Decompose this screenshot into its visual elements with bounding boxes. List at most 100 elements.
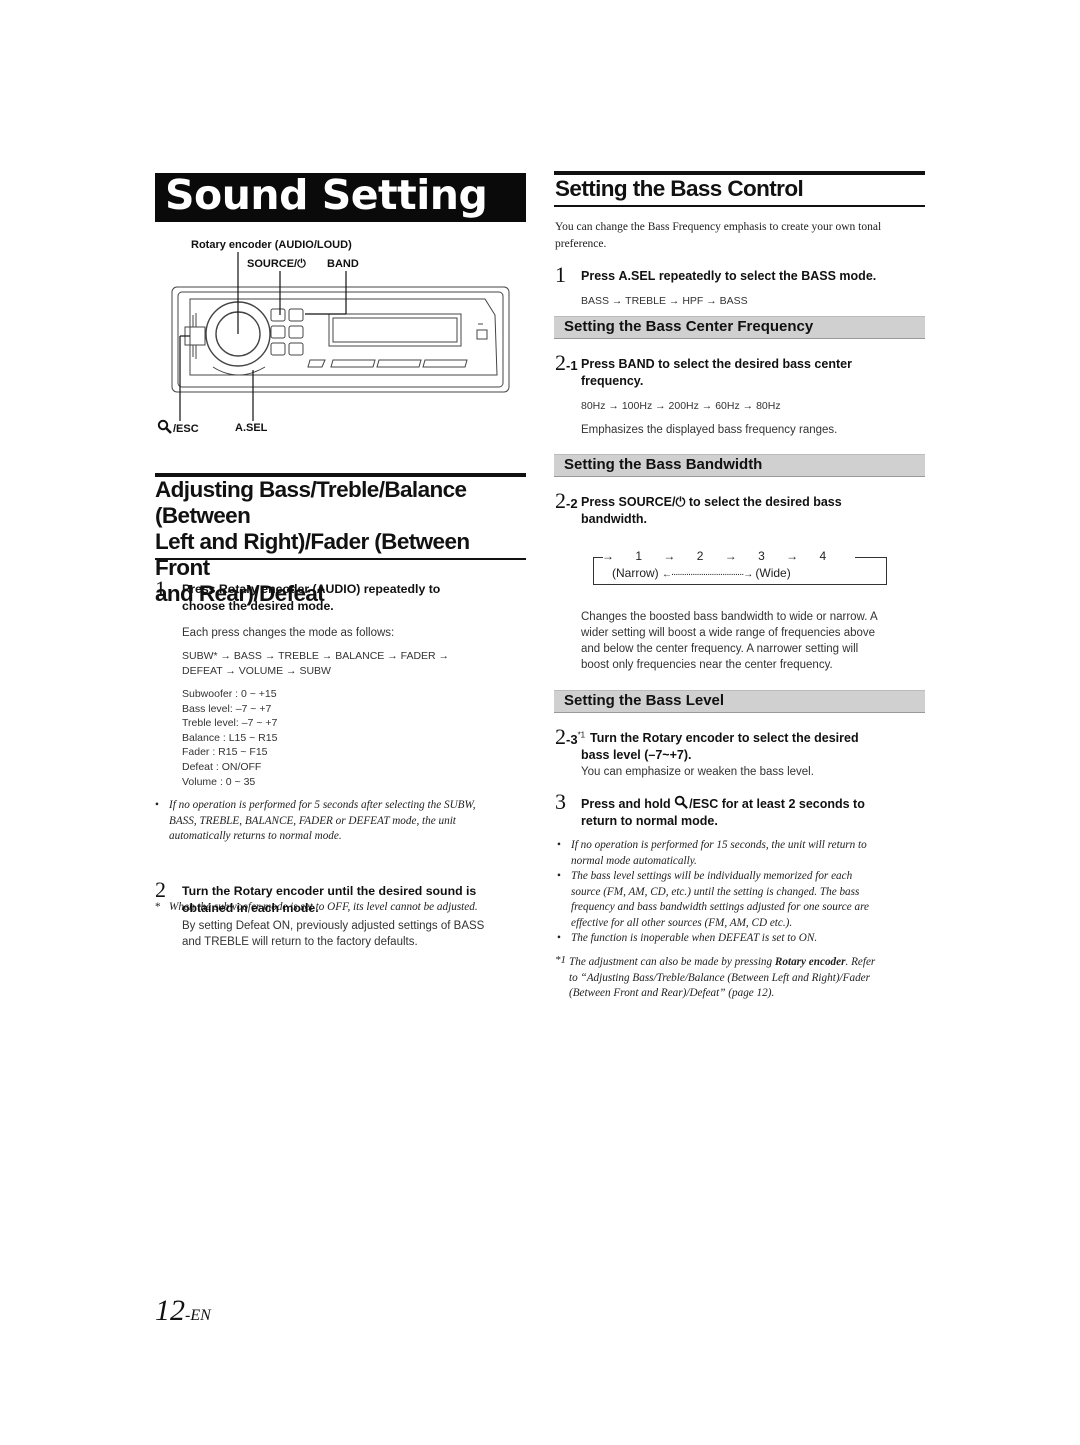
- footnote-ref: *1: [577, 730, 586, 740]
- text: to select the desired bass center: [654, 357, 852, 371]
- text: bandwidth.: [581, 512, 647, 526]
- divider-thick: [554, 171, 925, 175]
- arrow: →: [663, 549, 676, 563]
- note-item: • If no operation is performed for 15 se…: [555, 838, 930, 869]
- heading-line: Adjusting Bass/Treble/Balance (Between: [155, 477, 467, 528]
- text: to select the desired bass: [685, 495, 842, 509]
- footnote-mark: *1: [555, 954, 566, 966]
- step-2-3-instruction: Turn the Rotary encoder to select the de…: [590, 730, 930, 747]
- control-name: Rotary encoder (AUDIO): [218, 582, 361, 596]
- control-name: BAND: [618, 357, 655, 371]
- range-item: Balance : L15 ~ R15: [182, 731, 278, 744]
- text: return to normal mode.: [581, 814, 718, 828]
- intro-line: You can change the Bass Frequency emphas…: [555, 221, 882, 233]
- text: Press: [581, 357, 619, 371]
- step-number-2-1: 2-1: [555, 350, 578, 376]
- range-item: Bass level: –7 ~ +7: [182, 702, 272, 715]
- text: Turn the: [590, 731, 643, 745]
- text: . Refer: [845, 956, 876, 968]
- range-item: Subwoofer : 0 ~ +15: [182, 688, 277, 700]
- faceplate-inner: [177, 291, 504, 388]
- text: choose the desired mode.: [182, 599, 334, 613]
- note-item: • The bass level settings will be indivi…: [555, 869, 930, 931]
- bullet: •: [557, 839, 561, 851]
- intro-line: preference.: [555, 238, 607, 250]
- text: Press: [581, 269, 619, 283]
- range-list: Subwoofer : 0 ~ +15 Bass level: –7 ~ +7 …: [182, 687, 277, 789]
- footnote-1: *1 The adjustment can also be made by pr…: [555, 954, 944, 1002]
- mode-sequence: SUBW* → BASS → TREBLE → BALANCE → FADER …: [182, 649, 449, 678]
- note-line: The bass level settings will be individu…: [571, 870, 853, 882]
- cycle-range: (Narrow) ←······························…: [612, 565, 791, 583]
- footnote-line: (Between Front and Rear)/Defeat” (page 1…: [569, 987, 775, 999]
- divider-thin: [155, 558, 526, 560]
- sequence-line: DEFEAT → VOLUME → SUBW: [182, 664, 331, 677]
- note-line: frequency and bass bandwidth settings ad…: [571, 901, 869, 913]
- frequency-sequence: 80Hz → 100Hz → 200Hz → 60Hz → 80Hz: [581, 400, 781, 412]
- bandwidth-value: 2: [696, 549, 704, 563]
- text: for at least 2 seconds to: [718, 797, 865, 811]
- page-title-bar: Sound Setting: [155, 171, 526, 222]
- narrow-label: (Narrow): [612, 566, 659, 580]
- cycle-left-line: [593, 557, 594, 585]
- note-line: The function is inoperable when DEFEAT i…: [571, 932, 818, 944]
- control-name: Rotary encoder: [642, 731, 735, 745]
- step-2-1-instruction: Press BAND to select the desired bass ce…: [581, 356, 926, 390]
- note-line: effective for all other sources (FM, AM,…: [571, 916, 793, 929]
- section-heading-bass-control: Setting the Bass Control: [555, 176, 804, 201]
- divider-thin: [554, 205, 925, 207]
- heading-line: Left and Right)/Fader (Between Front: [155, 529, 470, 580]
- bandwidth-desc: Changes the boosted bass bandwidth to wi…: [581, 609, 878, 673]
- range-dots: ←··································→: [662, 569, 753, 580]
- step-1-instruction: Press A.SEL repeatedly to select the BAS…: [581, 268, 926, 285]
- step-number: 1: [155, 576, 166, 601]
- text: The adjustment can also be made by press…: [569, 956, 775, 968]
- note-line: If no operation is performed for 5 secon…: [169, 799, 476, 811]
- bass-mode-sequence: BASS → TREBLE → HPF → BASS: [581, 295, 748, 307]
- range-item: Defeat : ON/OFF: [182, 760, 262, 773]
- control-name: Rotary encoder: [774, 956, 846, 968]
- note-line: If no operation is performed for 15 seco…: [571, 839, 867, 851]
- step-3-instruction: Press and hold /ESC for at least 2 secon…: [581, 795, 926, 830]
- faceplate-panel: [189, 298, 498, 376]
- range-item: Fader : R15 ~ F15: [182, 746, 268, 759]
- subheading-center-frequency: Setting the Bass Center Frequency: [554, 316, 925, 339]
- desc-line: By setting Defeat ON, previously adjuste…: [182, 920, 485, 932]
- text: Press: [182, 582, 219, 596]
- device-diagram: Rotary encoder (AUDIO/LOUD) SOURCE/⏻ BAN…: [157, 235, 525, 440]
- note-timeout: • If no operation is performed for 5 sec…: [153, 798, 549, 845]
- sequence-line: SUBW* → BASS → TREBLE → BALANCE → FADER …: [182, 650, 450, 662]
- step-sub-number: -2: [566, 496, 578, 511]
- subheading-bass-level: Setting the Bass Level: [554, 690, 925, 713]
- control-name: SOURCE/⏻: [618, 495, 686, 509]
- step-sub-number: -3: [566, 732, 578, 747]
- step-number: 1: [555, 262, 566, 287]
- desc-line: wider setting will boost a wide range of…: [581, 627, 876, 639]
- notes-list: • If no operation is performed for 15 se…: [555, 838, 930, 947]
- step-1-desc: Each press changes the mode as follows:: [182, 627, 395, 639]
- step-number: 2: [155, 877, 166, 902]
- bandwidth-cycle-diagram: → 1 → 2 → 3 → 4 (Narrow) ←··············…: [593, 548, 887, 586]
- faceplate-outer: [171, 286, 510, 393]
- display-window: [328, 313, 462, 347]
- text: obtained in each mode.: [182, 901, 319, 915]
- text: Turn the: [182, 884, 234, 898]
- text: Press and hold: [581, 797, 675, 811]
- desc-line: and TREBLE will return to the factory de…: [182, 936, 418, 948]
- bandwidth-value: 1: [635, 549, 643, 563]
- step-number: 2: [555, 724, 566, 749]
- range-item: Treble level: –7 ~ +7: [182, 717, 278, 730]
- text: Press: [581, 495, 619, 509]
- note-line: source (FM, AM, CD, etc.) until the sett…: [571, 885, 860, 898]
- step-1-instruction: Press Rotary encoder (AUDIO) repeatedly …: [182, 581, 527, 615]
- search-icon: [674, 795, 689, 809]
- note-line: automatically returns to normal mode.: [169, 830, 342, 842]
- page-language-suffix: -EN: [185, 1307, 211, 1324]
- car-stereo-illustration: [171, 252, 510, 421]
- arrow: →: [602, 549, 614, 563]
- bandwidth-value: 4: [819, 549, 827, 563]
- text: to select the desired: [734, 731, 859, 745]
- step-number: 2: [555, 350, 566, 375]
- step-2-2-instruction: Press SOURCE/⏻ to select the desired bas…: [581, 494, 926, 528]
- page-number: 12-EN: [155, 1294, 211, 1328]
